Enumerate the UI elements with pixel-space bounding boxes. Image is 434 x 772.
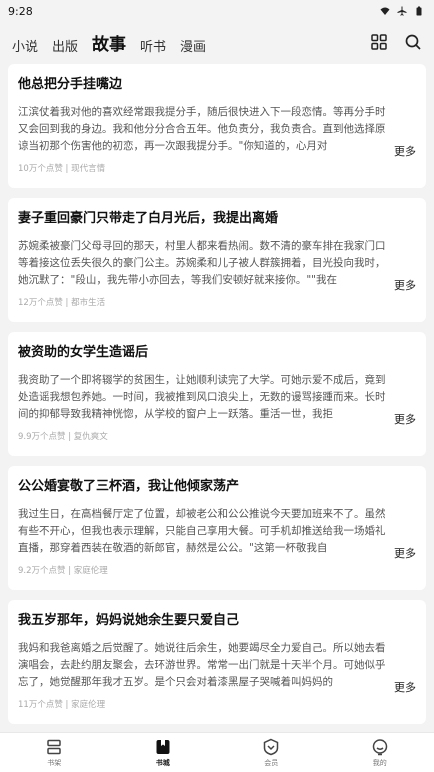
story-card[interactable]: 公公婚宴敬了三杯酒，我让他倾家荡产 我过生日，在高档餐厅定了位置，却被老公和公公…	[8, 466, 426, 590]
story-excerpt: 江滨仗着我对他的喜欢经常跟我提分手，随后很快进入下一段恋情。等再分手时又会回到我…	[18, 106, 386, 152]
wifi-icon	[380, 7, 390, 15]
bottom-nav-label: 书城	[155, 758, 170, 767]
more-button[interactable]: 更多	[390, 277, 416, 293]
top-navigation: 小说 出版 故事 听书 漫画	[0, 24, 434, 60]
status-bar: 9:28	[0, 0, 434, 22]
bottom-nav-vip[interactable]: 会员	[241, 738, 301, 768]
bottom-nav-profile[interactable]: 我的	[350, 738, 410, 768]
story-excerpt: 我资助了一个即将辍学的贫困生，让她顺利读完了大学。可她示爱不成后，竟到处造谣我想…	[18, 374, 386, 420]
story-meta: 12万个点赞 | 都市生活	[18, 298, 106, 308]
airplane-icon	[397, 6, 407, 16]
bottom-nav-label: 我的	[372, 758, 387, 767]
more-button[interactable]: 更多	[390, 545, 416, 561]
bottom-nav-bookstore[interactable]: 书城	[133, 738, 193, 768]
story-excerpt: 我过生日，在高档餐厅定了位置，却被老公和公公推说今天要加班来不了。虽然有些不开心…	[18, 508, 386, 554]
category-grid-icon[interactable]	[370, 33, 388, 51]
story-meta: 10万个点赞 | 现代言情	[18, 164, 106, 174]
bottom-navigation: 书架 书城 会员 我的	[0, 732, 434, 772]
bookstore-icon	[156, 739, 170, 754]
tab-publishing[interactable]: 出版	[52, 36, 78, 55]
status-time: 9:28	[8, 4, 33, 18]
tab-stories[interactable]: 故事	[92, 30, 126, 55]
vip-icon	[264, 738, 279, 755]
bottom-nav-label: 书架	[47, 758, 62, 767]
story-card[interactable]: 他总把分手挂嘴边 江滨仗着我对他的喜欢经常跟我提分手，随后很快进入下一段恋情。等…	[8, 64, 426, 188]
category-tabs: 小说 出版 故事 听书 漫画	[12, 30, 370, 55]
bottom-nav-bookshelf[interactable]: 书架	[24, 738, 84, 768]
battery-icon	[416, 6, 422, 16]
story-title[interactable]: 我五岁那年，妈妈说她余生要只爱自己	[18, 612, 416, 630]
story-card[interactable]: 妻子重回豪门只带走了白月光后，我提出离婚 苏婉柔被豪门父母寻回的那天，村里人都来…	[8, 198, 426, 322]
story-title[interactable]: 他总把分手挂嘴边	[18, 76, 416, 94]
story-card[interactable]: 我五岁那年，妈妈说她余生要只爱自己 我妈和我爸离婚之后觉醒了。她说往后余生，她要…	[8, 600, 426, 724]
bookshelf-icon	[47, 739, 61, 754]
tab-comics[interactable]: 漫画	[180, 36, 206, 55]
bottom-nav-label: 会员	[264, 758, 279, 767]
tab-novel[interactable]: 小说	[12, 36, 38, 55]
story-excerpt: 苏婉柔被豪门父母寻回的那天，村里人都来看热闹。数不清的豪车排在我家门口等着接这位…	[18, 240, 386, 286]
story-excerpt: 我妈和我爸离婚之后觉醒了。她说往后余生，她要竭尽全力爱自己。所以她去看演唱会，去…	[18, 642, 386, 688]
status-icons	[380, 6, 424, 16]
story-meta: 11万个点赞 | 家庭伦理	[18, 700, 106, 710]
story-title[interactable]: 被资助的女学生造谣后	[18, 344, 416, 362]
profile-icon	[372, 738, 387, 755]
story-title[interactable]: 公公婚宴敬了三杯酒，我让他倾家荡产	[18, 478, 416, 496]
story-feed: 他总把分手挂嘴边 江滨仗着我对他的喜欢经常跟我提分手，随后很快进入下一段恋情。等…	[8, 64, 426, 732]
search-icon[interactable]	[404, 33, 422, 51]
story-title[interactable]: 妻子重回豪门只带走了白月光后，我提出离婚	[18, 210, 416, 228]
more-button[interactable]: 更多	[390, 143, 416, 159]
more-button[interactable]: 更多	[390, 411, 416, 427]
more-button[interactable]: 更多	[390, 679, 416, 695]
story-meta: 9.9万个点赞 | 复仇爽文	[18, 432, 108, 442]
tab-audiobook[interactable]: 听书	[140, 36, 166, 55]
story-meta: 9.2万个点赞 | 家庭伦理	[18, 566, 108, 576]
story-card[interactable]: 被资助的女学生造谣后 我资助了一个即将辍学的贫困生，让她顺利读完了大学。可她示爱…	[8, 332, 426, 456]
